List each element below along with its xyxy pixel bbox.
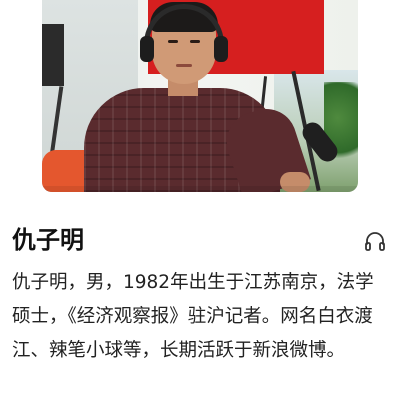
title-row: 仇子明: [0, 220, 400, 260]
bio-text: 仇子明，男，1982年出生于江苏南京，法学硕士，《经济观察报》驻沪记者。网名白衣…: [12, 272, 374, 361]
audio-button[interactable]: [362, 228, 388, 254]
studio-monitor: [42, 24, 64, 86]
person-figure: [80, 0, 311, 192]
mouth: [176, 64, 192, 67]
desk-edge: [42, 186, 358, 192]
eye-left: [168, 40, 178, 43]
profile-photo[interactable]: [42, 0, 358, 192]
headphones-earcup-left: [140, 36, 154, 62]
eye-right: [190, 40, 200, 43]
page-title: 仇子明: [12, 226, 84, 254]
headphones-icon[interactable]: [363, 229, 387, 253]
headphones-earcup-right: [214, 36, 228, 62]
